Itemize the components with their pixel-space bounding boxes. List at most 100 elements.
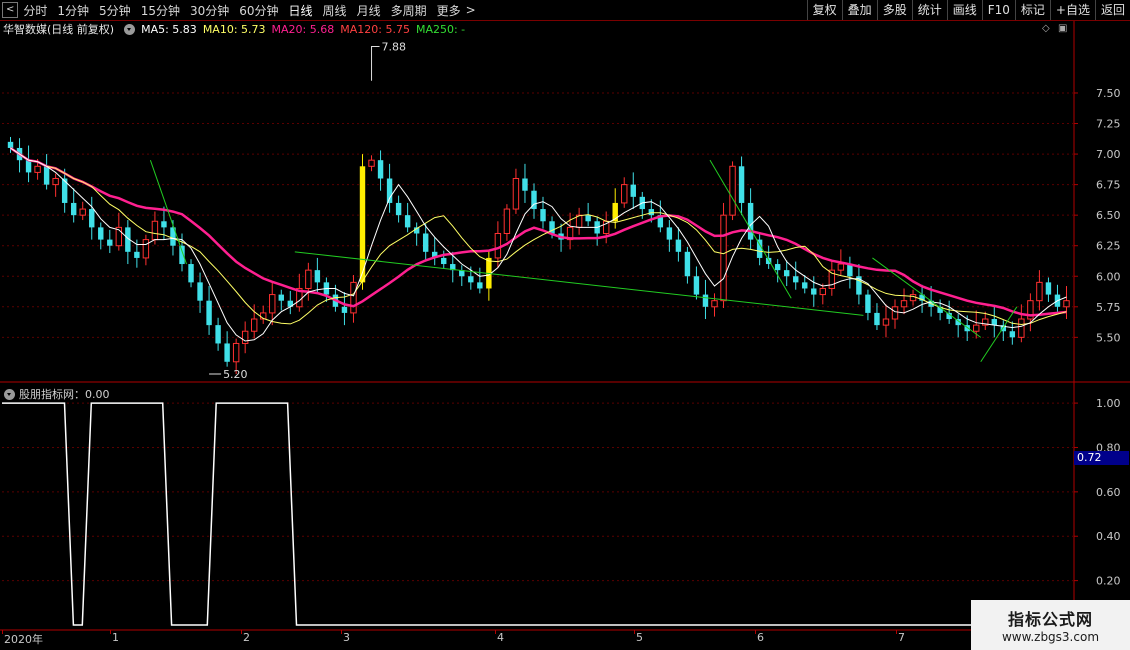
indicator-line (2, 402, 1065, 626)
date-tick (2, 630, 3, 634)
candle-body (793, 276, 799, 283)
candle-body (540, 209, 546, 222)
toolbar-button[interactable]: 返回 (1094, 0, 1130, 20)
date-label: 4 (497, 631, 504, 644)
ma-legend: 华智数媒(日线 前复权) MA5: 5.83 MA10: 5.73 MA20: … (0, 21, 471, 37)
watermark-title: 指标公式网 (1007, 610, 1093, 629)
candle-body (197, 282, 203, 301)
candle-body (232, 342, 240, 363)
period-tab[interactable]: 更多 (432, 2, 466, 19)
price-tick-label: 6.50 (1096, 209, 1121, 222)
price-tick-label: 6.00 (1096, 270, 1121, 283)
chevron-down-icon[interactable] (4, 388, 15, 400)
candle-body (1045, 282, 1052, 295)
candle-body (666, 227, 673, 240)
candle-body (43, 166, 50, 185)
period-tabs: < 分时 1分钟 5分钟 15分钟 30分钟 60分钟 日线 周线 月线 多周期 更多 > (0, 0, 481, 20)
stock-title[interactable]: 华智数媒(日线 前复权) (3, 21, 114, 37)
indicator-tick-label: 0.20 (1096, 575, 1121, 588)
date-tick (110, 630, 111, 634)
period-tab[interactable]: 30分钟 (185, 2, 234, 19)
candle-body (161, 221, 167, 228)
candle-body (250, 318, 258, 332)
period-tab[interactable]: 1分钟 (52, 2, 94, 19)
price-tick-label: 6.75 (1096, 179, 1121, 192)
toolbar-button[interactable]: F10 (981, 0, 1015, 20)
price-tick-label: 7.00 (1096, 148, 1121, 161)
candle-body (70, 202, 77, 216)
diamond-icon[interactable]: ◇ (1042, 23, 1050, 34)
indicator-tick-label: 0.60 (1096, 486, 1121, 499)
candle-body (206, 300, 212, 326)
indicator-title: 股朋指标网：0.00 (0, 387, 110, 401)
watermark-url: www.zbgs3.com (1001, 630, 1100, 644)
candle-body (909, 294, 917, 302)
period-tab[interactable]: 多周期 (386, 2, 432, 19)
candle-body (34, 165, 41, 173)
candle-body (882, 318, 890, 326)
candle-body (25, 160, 32, 173)
ma250-label: MA250: - (415, 22, 466, 36)
price-tick-label: 7.25 (1096, 118, 1121, 131)
candle-body (1036, 281, 1043, 302)
indicator-name[interactable]: 股朋指标网：0.00 (19, 386, 110, 402)
candle-body (377, 160, 384, 179)
candle-body (684, 251, 691, 277)
window-toggle-icon[interactable]: ▣ (1058, 23, 1067, 34)
candle-body (711, 300, 718, 308)
back-icon[interactable]: < (2, 2, 19, 18)
candle-body (7, 141, 14, 148)
chart-canvas: 5.50 5.75 6.00 6.25 6.50 6.75 7.00 7.25 7.50 7.88… (0, 21, 1130, 631)
period-tab[interactable]: 5分钟 (94, 2, 136, 19)
candle-body (1063, 300, 1070, 308)
candle-body (79, 208, 86, 216)
toolbar-button[interactable]: 画线 (946, 0, 982, 20)
candle-body (811, 288, 817, 295)
trend-line (149, 160, 187, 265)
date-tick (241, 630, 242, 634)
period-tab[interactable]: 周线 (318, 2, 352, 19)
ma20-label: MA20: 5.68 (271, 22, 335, 36)
candle-body (621, 184, 628, 204)
toolbar-button[interactable]: 统计 (911, 0, 947, 20)
price-tick-label: 5.75 (1096, 301, 1121, 314)
candle-body (747, 202, 754, 240)
candle-body (422, 233, 429, 252)
date-tick (634, 630, 635, 634)
watermark: 指标公式网 www.zbgs3.com (971, 600, 1130, 650)
action-buttons: 复权 叠加 多股 统计 画线 F10 标记 +自选 返回 (806, 0, 1130, 20)
period-tab[interactable]: 月线 (352, 2, 386, 19)
cursor-value-label: 0.72 (1074, 451, 1129, 465)
ma10-line (10, 147, 1067, 326)
toolbar-button[interactable]: 复权 (806, 0, 842, 20)
candle-body (468, 276, 474, 283)
low-label: 5.20 (223, 368, 248, 381)
candle-body (693, 276, 700, 295)
candle-body (648, 209, 655, 216)
candle-body (134, 251, 140, 258)
price-tick-label: 6.25 (1096, 240, 1121, 253)
candle-body (774, 264, 781, 271)
period-tab[interactable]: 日线 (284, 2, 318, 19)
candle-body (783, 270, 790, 277)
chevron-down-icon[interactable] (124, 23, 136, 35)
chevron-right-icon[interactable]: > (466, 3, 481, 17)
period-tab[interactable]: 60分钟 (234, 2, 283, 19)
date-label: 3 (343, 631, 350, 644)
toolbar-button[interactable]: 叠加 (841, 0, 877, 20)
candle-body (368, 159, 375, 167)
ma120-label: MA120: 5.75 (340, 22, 410, 36)
toolbar-button[interactable]: 多股 (876, 0, 912, 20)
candle-body (494, 232, 502, 259)
candle-body (865, 294, 871, 313)
period-tab[interactable]: 分时 (18, 2, 52, 19)
candle-body (305, 269, 312, 289)
candle-body (441, 257, 447, 265)
toolbar-button[interactable]: +自选 (1049, 0, 1095, 20)
toolbar-button[interactable]: 标记 (1014, 0, 1050, 20)
candle-body (107, 239, 113, 246)
candle-body (278, 294, 284, 301)
date-label: 2020年 (4, 633, 43, 646)
period-tab[interactable]: 15分钟 (136, 2, 185, 19)
candle-body (1018, 318, 1025, 338)
